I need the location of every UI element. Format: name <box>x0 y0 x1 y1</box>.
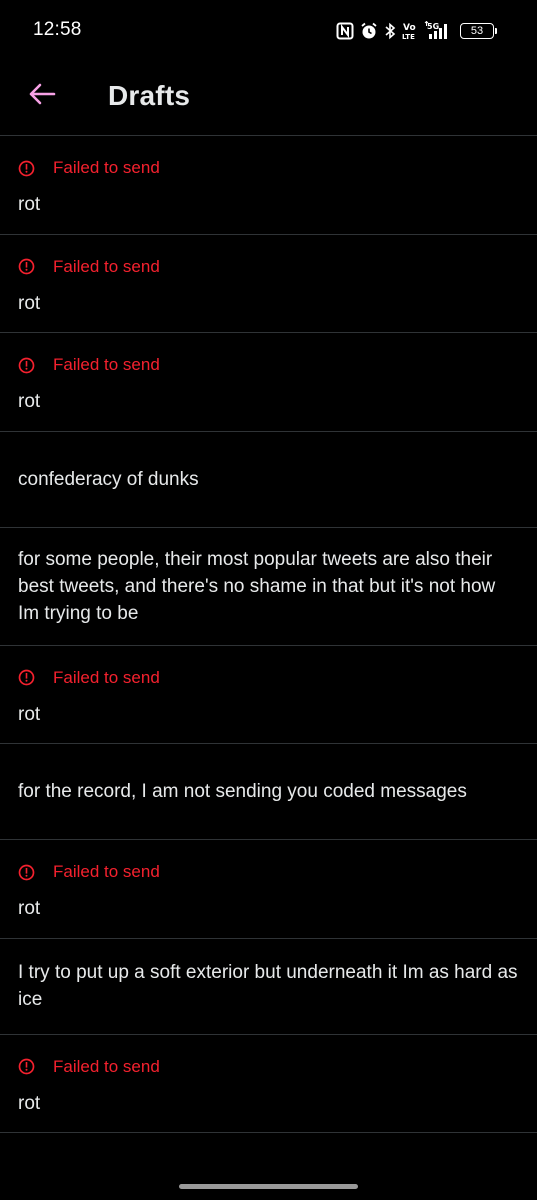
5g-signal-icon: 5G <box>424 21 454 41</box>
failed-label: Failed to send <box>53 256 160 276</box>
draft-text: I try to put up a soft exterior but unde… <box>18 962 518 1010</box>
draft-item[interactable]: I try to put up a soft exterior but unde… <box>0 939 537 1035</box>
svg-text:5G: 5G <box>427 22 439 31</box>
alert-icon <box>18 1058 35 1075</box>
status-icons: Vo LTE 5G 53 <box>336 19 497 43</box>
alert-icon <box>18 864 35 881</box>
failed-status: Failed to send <box>18 355 160 375</box>
failed-status: Failed to send <box>18 862 160 882</box>
failed-status: Failed to send <box>18 1057 160 1077</box>
draft-item[interactable]: Failed to send rot <box>0 840 537 939</box>
alert-icon <box>18 160 35 177</box>
battery-level: 53 <box>460 23 494 39</box>
nfc-icon <box>336 22 354 40</box>
failed-status: Failed to send <box>18 257 160 277</box>
draft-text: rot <box>18 703 41 725</box>
failed-status: Failed to send <box>18 158 160 178</box>
draft-text: rot <box>18 898 41 919</box>
drafts-list: Failed to send rot Failed to send rot Fa… <box>0 136 537 1133</box>
draft-text: for the record, I am not sending you cod… <box>18 781 467 802</box>
failed-label: Failed to send <box>53 1056 160 1076</box>
draft-text: for some people, their most popular twee… <box>18 548 496 624</box>
draft-text: rot <box>18 194 41 215</box>
status-time: 12:58 <box>33 19 82 40</box>
draft-text: confederacy of dunks <box>18 468 199 490</box>
battery-icon: 53 <box>460 23 497 39</box>
failed-status: Failed to send <box>18 668 160 688</box>
draft-text: rot <box>18 1092 41 1114</box>
volte-icon: Vo LTE <box>402 21 418 41</box>
draft-item[interactable]: Failed to send rot <box>0 136 537 235</box>
status-bar: 12:58 Vo LTE 5G 53 <box>0 0 537 62</box>
draft-text: rot <box>18 391 41 412</box>
page-title: Drafts <box>108 80 191 111</box>
alert-icon <box>18 258 35 275</box>
failed-label: Failed to send <box>53 862 160 881</box>
arrow-left-icon <box>28 82 56 111</box>
failed-label: Failed to send <box>53 667 160 687</box>
failed-label: Failed to send <box>53 158 160 177</box>
draft-item[interactable]: for the record, I am not sending you cod… <box>0 744 537 840</box>
failed-label: Failed to send <box>53 355 160 374</box>
alarm-icon <box>360 22 378 40</box>
svg-text:LTE: LTE <box>402 33 415 41</box>
draft-item[interactable]: Failed to send rot <box>0 1035 537 1133</box>
app-header: Drafts <box>0 62 537 136</box>
draft-text: rot <box>18 292 41 314</box>
draft-item[interactable]: Failed to send rot <box>0 333 537 432</box>
home-indicator[interactable] <box>179 1184 358 1189</box>
bluetooth-icon <box>384 22 396 40</box>
svg-text:Vo: Vo <box>403 23 416 33</box>
alert-icon <box>18 669 35 686</box>
draft-item[interactable]: confederacy of dunks <box>0 432 537 528</box>
alert-icon <box>18 357 35 374</box>
draft-item[interactable]: Failed to send rot <box>0 646 537 744</box>
draft-item[interactable]: for some people, their most popular twee… <box>0 528 537 646</box>
back-button[interactable] <box>22 76 62 116</box>
draft-item[interactable]: Failed to send rot <box>0 235 537 333</box>
